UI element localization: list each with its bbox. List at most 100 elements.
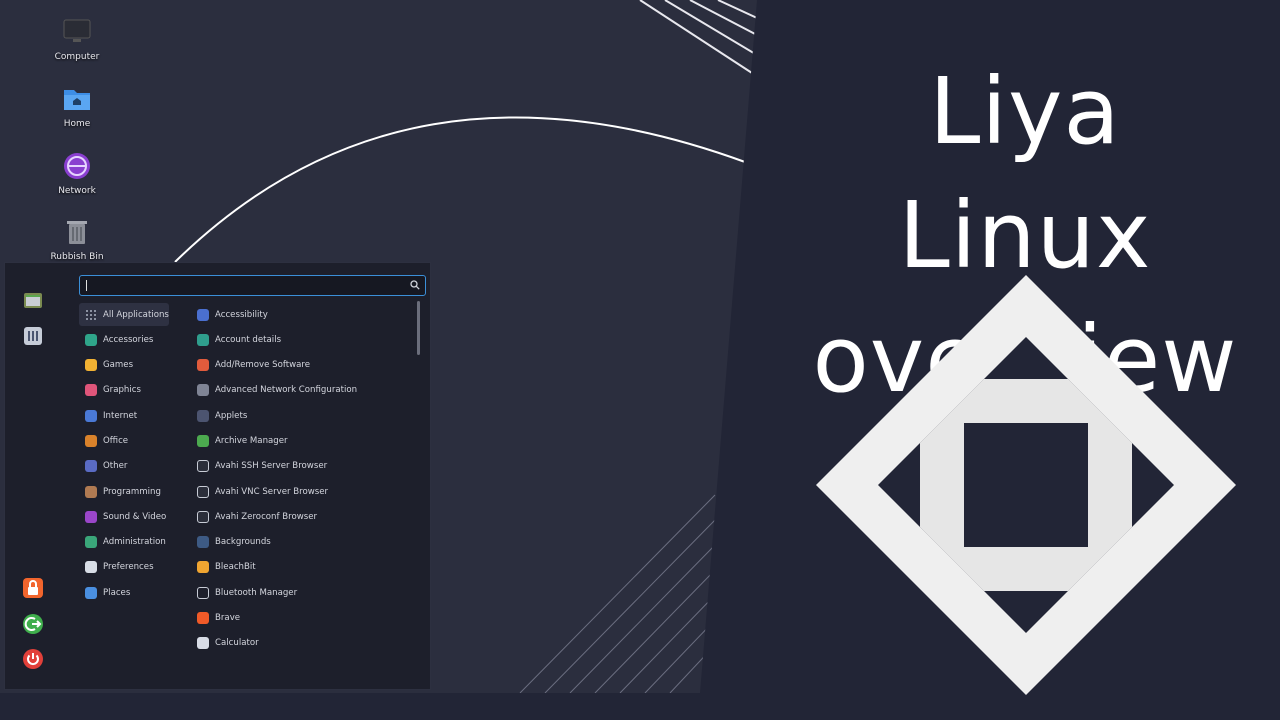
- administration-icon: [85, 536, 97, 549]
- category-item[interactable]: Places: [79, 581, 169, 604]
- category-item[interactable]: Other: [79, 455, 169, 478]
- application-label: Bluetooth Manager: [215, 587, 298, 598]
- category-label: Internet: [103, 410, 138, 421]
- settings-panel-icon[interactable]: [22, 325, 44, 347]
- application-label: Advanced Network Configuration: [215, 385, 358, 396]
- application-item[interactable]: BleachBit: [195, 556, 417, 579]
- desktop-icon-label: Rubbish Bin: [50, 252, 104, 262]
- sound-video-icon: [85, 510, 97, 523]
- application-item[interactable]: Advanced Network Configuration: [195, 379, 417, 402]
- lock-icon[interactable]: [22, 577, 44, 599]
- avahi-vnc-icon: [197, 485, 209, 498]
- programming-icon: [85, 485, 97, 498]
- desktop-icon-label: Network: [58, 186, 96, 196]
- application-label: Backgrounds: [215, 537, 271, 548]
- network-config-icon: [197, 384, 209, 397]
- places-icon: [85, 586, 97, 599]
- desktop-screenshot: Computer Home Network Rubbish Bin All Ap…: [0, 0, 757, 720]
- desktop-icon-network[interactable]: Network: [37, 150, 117, 196]
- application-label: Avahi Zeroconf Browser: [215, 511, 318, 522]
- backgrounds-icon: [197, 536, 209, 549]
- application-item[interactable]: Applets: [195, 404, 417, 427]
- application-label: Archive Manager: [215, 435, 288, 446]
- category-label: Sound & Video: [103, 511, 167, 522]
- application-item[interactable]: Accessibility: [195, 303, 417, 326]
- category-label: Graphics: [103, 385, 141, 396]
- application-label: Applets: [215, 410, 248, 421]
- application-item[interactable]: Avahi SSH Server Browser: [195, 455, 417, 478]
- network-icon: [61, 150, 93, 182]
- desktop-icon-computer[interactable]: Computer: [37, 16, 117, 62]
- category-label: All Applications: [103, 309, 169, 320]
- application-label: Account details: [215, 334, 282, 345]
- avahi-ssh-icon: [197, 460, 209, 473]
- application-item[interactable]: Avahi VNC Server Browser: [195, 480, 417, 503]
- logout-icon[interactable]: [22, 613, 44, 635]
- bleachbit-icon: [197, 561, 209, 574]
- desktop-icon-home[interactable]: Home: [37, 83, 117, 129]
- category-item[interactable]: Preferences: [79, 556, 169, 579]
- menu-button[interactable]: [0, 693, 25, 720]
- application-menu: All Applications Accessories Games Graphics…: [4, 262, 431, 690]
- terminal-icon[interactable]: [600, 697, 619, 716]
- category-list: All Applications Accessories Games Graphics…: [79, 303, 169, 607]
- category-label: Games: [103, 360, 134, 371]
- account-icon: [197, 333, 209, 346]
- brave-icon: [197, 612, 209, 625]
- category-item[interactable]: Programming: [79, 480, 169, 503]
- application-item[interactable]: Archive Manager: [195, 429, 417, 452]
- desktop-icon-label: Home: [63, 119, 91, 129]
- desktop-icon-rubbish-bin[interactable]: Rubbish Bin: [37, 216, 117, 262]
- title-line-1: Liya Linux: [898, 58, 1152, 289]
- home-folder-icon: [61, 83, 93, 115]
- computer-icon: [61, 16, 93, 48]
- category-label: Programming: [103, 486, 161, 497]
- search-icon: [410, 280, 420, 290]
- category-item[interactable]: Graphics: [79, 379, 169, 402]
- files-icon[interactable]: [22, 289, 44, 311]
- games-icon: [85, 359, 97, 372]
- application-label: Accessibility: [215, 309, 268, 320]
- category-item[interactable]: Internet: [79, 404, 169, 427]
- category-label: Other: [103, 461, 128, 472]
- application-item[interactable]: Add/Remove Software: [195, 354, 417, 377]
- application-item[interactable]: Calculator: [195, 632, 417, 655]
- application-label: Avahi SSH Server Browser: [215, 461, 328, 472]
- liya-linux-logo: [816, 275, 1236, 695]
- application-item[interactable]: Account details: [195, 328, 417, 351]
- application-label: Calculator: [215, 638, 259, 649]
- application-item[interactable]: Backgrounds: [195, 531, 417, 554]
- application-list-scrollbar[interactable]: [417, 301, 420, 355]
- software-icon: [197, 359, 209, 372]
- application-label: Add/Remove Software: [215, 360, 311, 371]
- category-item[interactable]: Games: [79, 354, 169, 377]
- power-icon[interactable]: [22, 648, 44, 670]
- category-label: Office: [103, 435, 129, 446]
- grid-icon: [85, 308, 97, 321]
- category-item[interactable]: All Applications: [79, 303, 169, 326]
- category-item[interactable]: Accessories: [79, 328, 169, 351]
- menu-sidebar: [5, 263, 67, 689]
- application-item[interactable]: Bluetooth Manager: [195, 581, 417, 604]
- liya-logo-icon: [0, 693, 25, 720]
- avahi-zeroconf-icon: [197, 510, 209, 523]
- thumbnail: Computer Home Network Rubbish Bin All Ap…: [0, 0, 1280, 720]
- brave-tray-icon[interactable]: [658, 697, 677, 716]
- accessories-icon: [85, 333, 97, 346]
- applets-icon: [197, 409, 209, 422]
- category-item[interactable]: Administration: [79, 531, 169, 554]
- preferences-icon: [85, 561, 97, 574]
- application-item[interactable]: Brave: [195, 607, 417, 630]
- category-label: Places: [103, 587, 131, 598]
- search-input[interactable]: [79, 275, 426, 296]
- trash-icon: [61, 216, 93, 248]
- file-manager-icon[interactable]: [629, 697, 648, 716]
- office-icon: [85, 434, 97, 447]
- graphics-icon: [85, 384, 97, 397]
- bluetooth-icon: [197, 586, 209, 599]
- category-item[interactable]: Office: [79, 429, 169, 452]
- category-label: Administration: [103, 537, 166, 548]
- application-label: Brave: [215, 613, 241, 624]
- application-item[interactable]: Avahi Zeroconf Browser: [195, 505, 417, 528]
- category-item[interactable]: Sound & Video: [79, 505, 169, 528]
